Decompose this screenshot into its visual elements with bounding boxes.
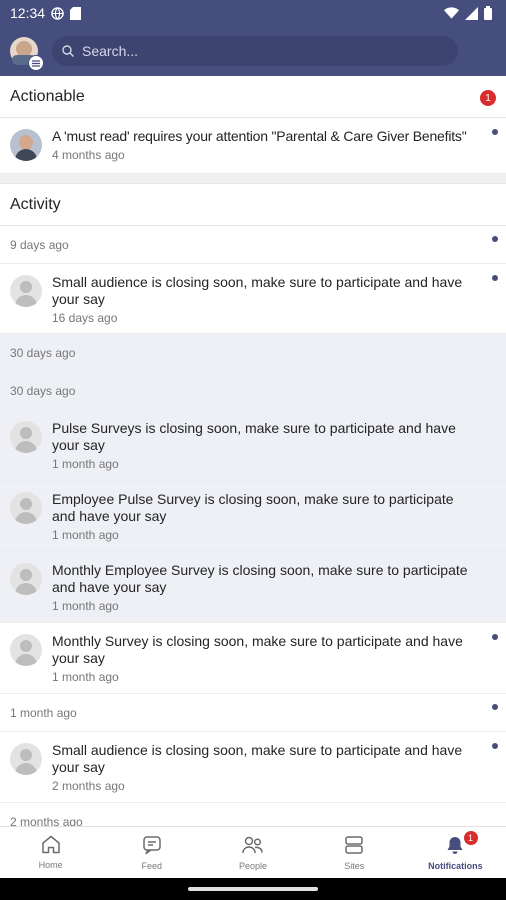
notification-message: Small audience is closing soon, make sur… xyxy=(52,742,463,775)
people-icon xyxy=(242,835,264,857)
notification-time: 1 month ago xyxy=(52,670,119,684)
notification-time: 1 month ago xyxy=(52,457,119,471)
list-item[interactable]: Small audience is closing soon, make sur… xyxy=(0,264,506,334)
actionable-header: Actionable 1 xyxy=(0,76,506,118)
actionable-count-badge: 1 xyxy=(480,90,496,106)
unread-dot xyxy=(492,236,498,242)
notification-message: Monthly Survey is closing soon, make sur… xyxy=(52,633,463,666)
nav-home[interactable]: Home xyxy=(0,827,101,878)
actionable-title: Actionable xyxy=(10,87,85,105)
nav-people[interactable]: People xyxy=(202,827,303,878)
profile-avatar[interactable] xyxy=(10,37,44,71)
vpn-globe-icon xyxy=(51,6,64,20)
nav-sites[interactable]: Sites xyxy=(304,827,405,878)
avatar xyxy=(10,563,42,595)
sd-card-icon xyxy=(70,6,82,20)
list-item[interactable]: A 'must read' requires your attention "P… xyxy=(0,118,506,174)
notification-message: Small audience is closing soon, make sur… xyxy=(52,274,463,307)
status-time: 12:34 xyxy=(10,5,46,21)
notification-time: 1 month ago xyxy=(52,528,119,542)
date-group-label: 2 months ago xyxy=(0,803,506,826)
unread-dot xyxy=(492,743,498,749)
notification-time: 4 months ago xyxy=(52,148,125,162)
notifications-badge: 1 xyxy=(463,831,478,845)
bottom-nav: Home Feed People Sites 1 Notifications xyxy=(0,826,506,878)
sites-icon xyxy=(344,835,364,857)
search-placeholder: Search... xyxy=(82,43,139,59)
date-group-label: 30 days ago xyxy=(0,372,506,410)
unread-dot xyxy=(492,704,498,710)
notification-message: Monthly Employee Survey is closing soon,… xyxy=(52,562,468,595)
section-divider xyxy=(0,174,506,184)
activity-title: Activity xyxy=(10,195,61,213)
notification-time: 16 days ago xyxy=(52,311,118,325)
avatar xyxy=(10,129,42,161)
avatar xyxy=(10,743,42,775)
wifi-icon xyxy=(444,7,459,19)
list-item[interactable]: Monthly Employee Survey is closing soon,… xyxy=(0,552,506,623)
status-bar: 12:34 xyxy=(0,0,506,26)
avatar xyxy=(10,275,42,307)
home-icon xyxy=(41,835,61,856)
list-item[interactable]: Pulse Surveys is closing soon, make sure… xyxy=(0,410,506,481)
notification-time: 1 month ago xyxy=(52,599,119,613)
list-item[interactable]: Employee Pulse Survey is closing soon, m… xyxy=(0,481,506,552)
date-group-label: 1 month ago xyxy=(0,694,506,732)
search-input[interactable]: Search... xyxy=(52,36,458,66)
menu-icon xyxy=(28,55,44,71)
unread-dot xyxy=(492,275,498,281)
home-gesture-bar[interactable] xyxy=(188,887,318,891)
app-bar: Search... xyxy=(0,26,506,76)
notifications-list[interactable]: Actionable 1 A 'must read' requires your… xyxy=(0,76,506,826)
notification-time: 2 months ago xyxy=(52,779,125,793)
feed-icon xyxy=(142,835,162,857)
activity-header: Activity xyxy=(0,184,506,226)
date-group-label: 30 days ago xyxy=(0,334,506,372)
list-item[interactable]: Small audience is closing soon, make sur… xyxy=(0,732,506,803)
nav-feed[interactable]: Feed xyxy=(101,827,202,878)
avatar xyxy=(10,634,42,666)
nav-notifications[interactable]: 1 Notifications xyxy=(405,827,506,878)
signal-icon xyxy=(465,6,478,20)
battery-icon xyxy=(484,6,492,20)
notification-message: A 'must read' requires your attention "P… xyxy=(52,128,467,144)
avatar xyxy=(10,492,42,524)
unread-dot xyxy=(492,634,498,640)
avatar xyxy=(10,421,42,453)
date-group-label: 9 days ago xyxy=(0,226,506,264)
unread-dot xyxy=(492,129,498,135)
bell-icon xyxy=(445,835,465,857)
system-nav-bar xyxy=(0,878,506,900)
list-item[interactable]: Monthly Survey is closing soon, make sur… xyxy=(0,623,506,694)
search-icon xyxy=(62,45,74,57)
notification-message: Employee Pulse Survey is closing soon, m… xyxy=(52,491,454,524)
notification-message: Pulse Surveys is closing soon, make sure… xyxy=(52,420,456,453)
